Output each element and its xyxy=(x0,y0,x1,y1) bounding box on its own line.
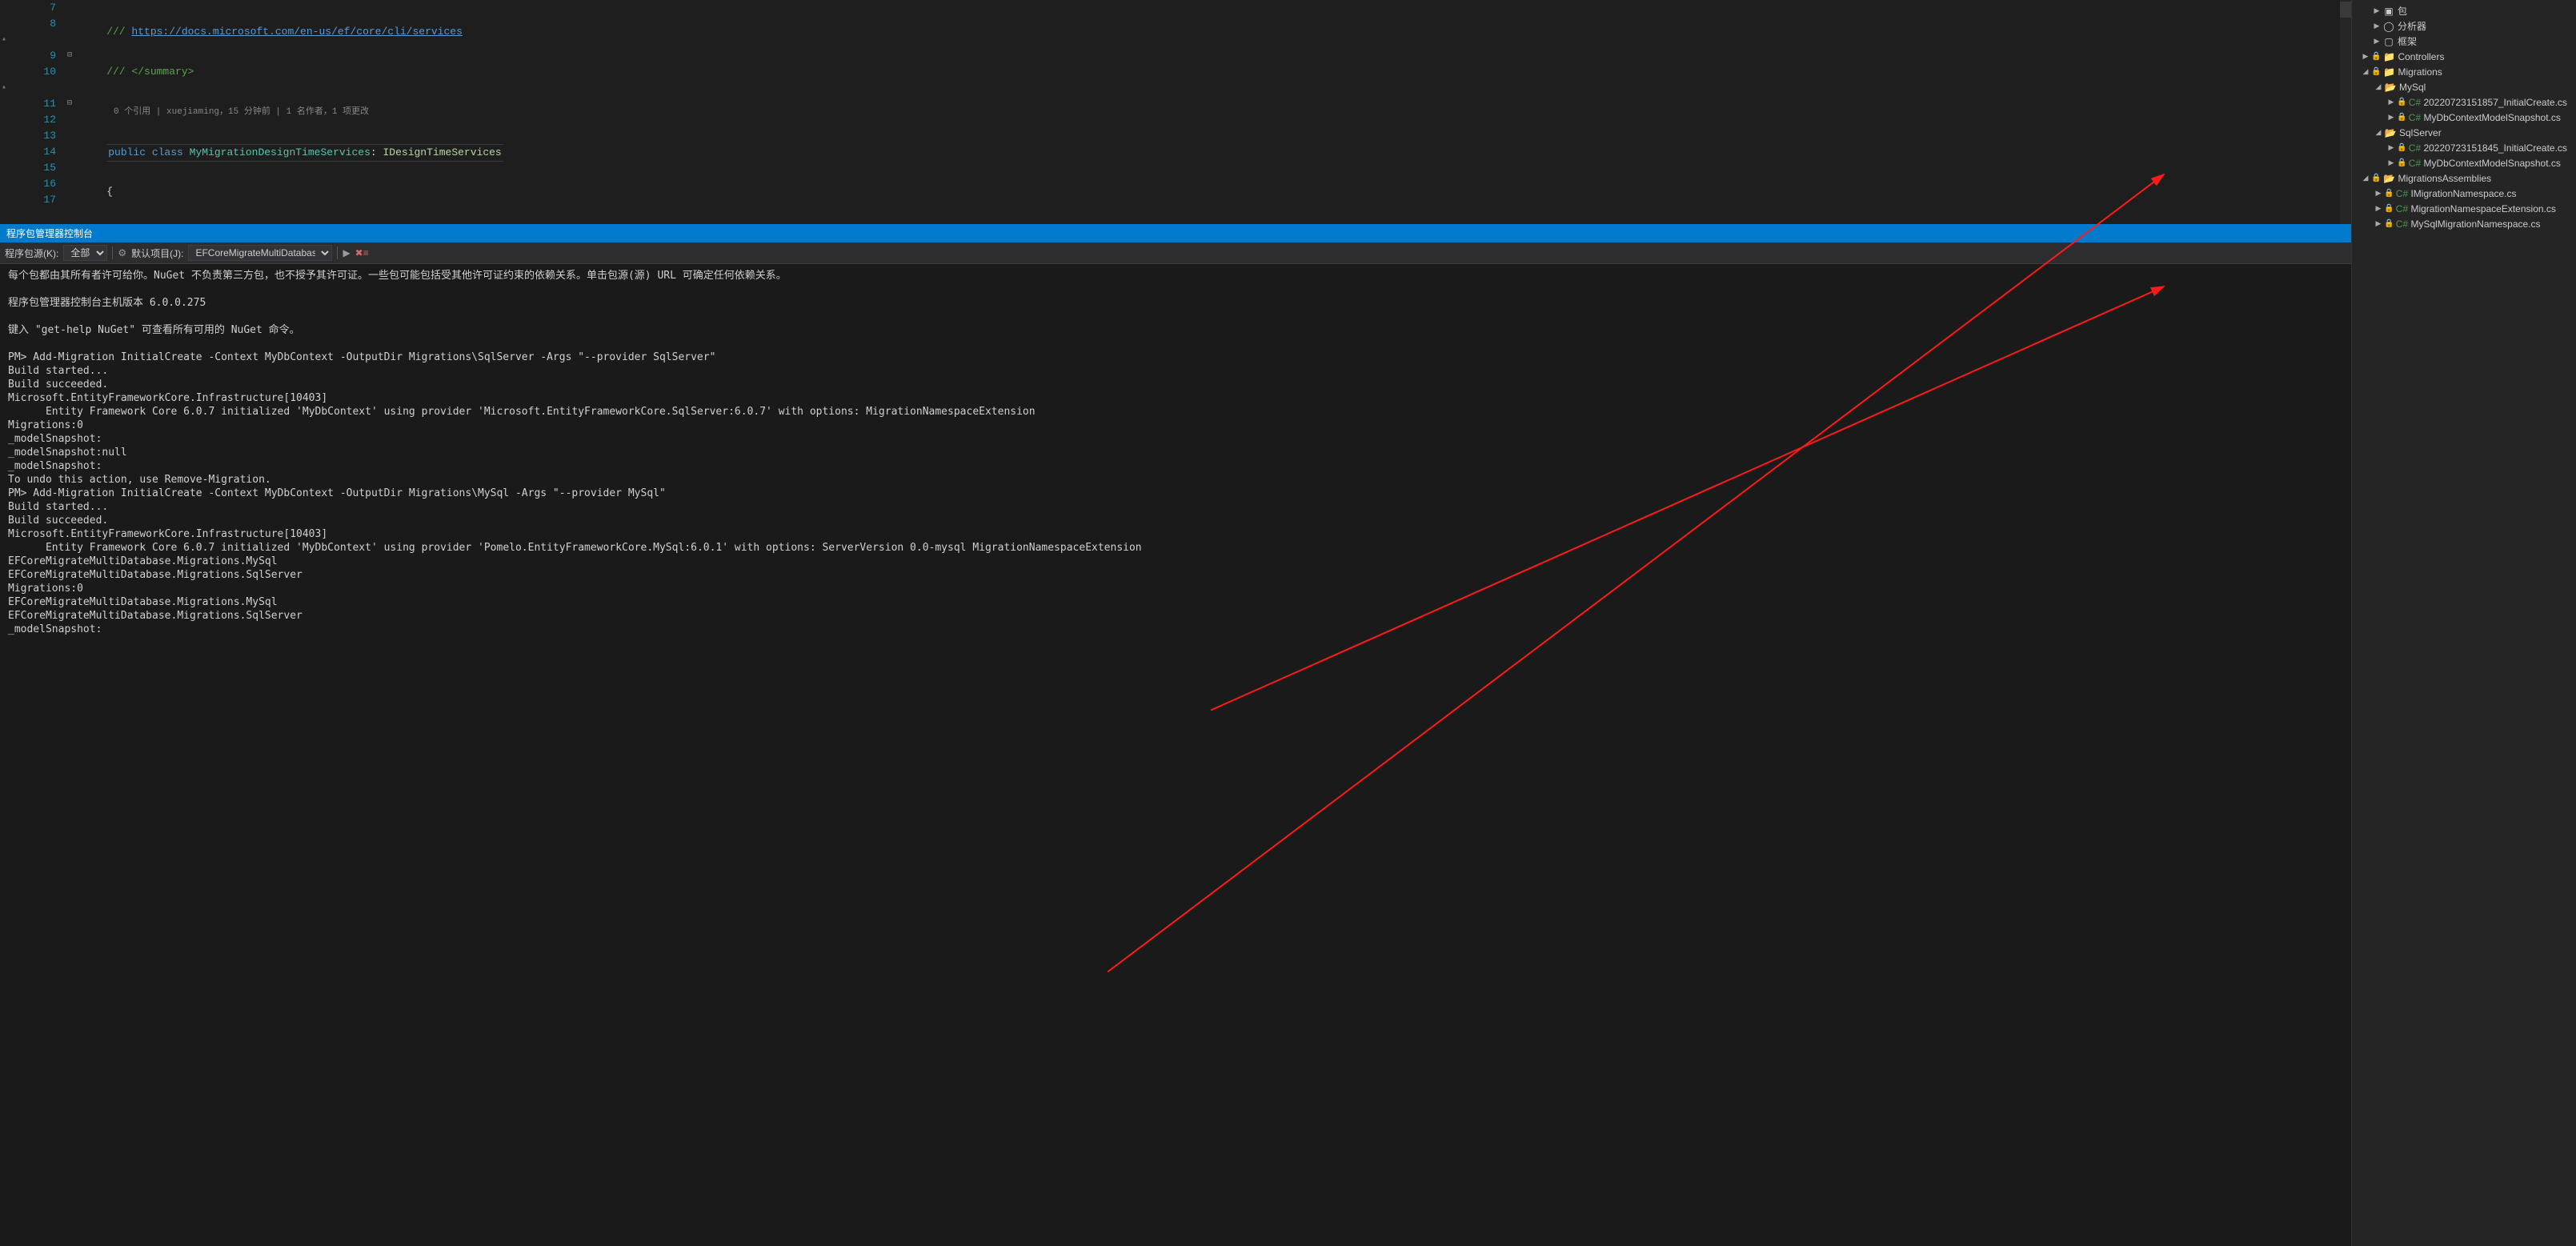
lock-icon: 🔒 xyxy=(2397,143,2406,152)
folder-icon: 📂 xyxy=(2384,82,2397,93)
change-marker-icon: ▴ xyxy=(2,32,6,48)
lock-icon: 🔒 xyxy=(2371,52,2381,61)
csharp-file-icon: C# xyxy=(2408,158,2421,169)
run-icon[interactable]: ▶ xyxy=(343,247,350,258)
csharp-file-icon: C# xyxy=(2408,142,2421,154)
separator xyxy=(337,246,338,259)
tree-item-sqlserver-snapshot[interactable]: ▶🔒C#MyDbContextModelSnapshot.cs xyxy=(2352,155,2576,170)
lock-icon: 🔒 xyxy=(2397,98,2406,106)
change-marker-icon: ▴ xyxy=(2,80,6,96)
tree-item-migrationsassemblies[interactable]: ◢🔒📂MigrationsAssemblies xyxy=(2352,170,2576,186)
default-project-select[interactable]: EFCoreMigrateMultiDatabase xyxy=(188,245,332,261)
folder-icon: 📂 xyxy=(2384,127,2397,138)
tree-item-mysqlmigrationnamespace[interactable]: ▶🔒C#MySqlMigrationNamespace.cs xyxy=(2352,216,2576,231)
code-area[interactable]: /// https://docs.microsoft.com/en-us/ef/… xyxy=(82,0,2351,224)
folder-icon: 📂 xyxy=(2382,173,2395,184)
framework-icon: ▢ xyxy=(2382,36,2395,47)
folder-icon: 📁 xyxy=(2382,66,2395,78)
fold-column[interactable]: ⊟ ⊟ xyxy=(64,0,82,224)
lock-icon: 🔒 xyxy=(2397,158,2406,167)
separator xyxy=(112,246,113,259)
solution-explorer[interactable]: ▶▣包 ▶◯分析器 ▶▢框架 ▶🔒📁Controllers ◢🔒📁Migrati… xyxy=(2351,0,2576,1246)
csharp-file-icon: C# xyxy=(2395,218,2408,230)
doc-link[interactable]: https://docs.microsoft.com/en-us/ef/core… xyxy=(131,26,462,38)
tree-item-controllers[interactable]: ▶🔒📁Controllers xyxy=(2352,49,2576,64)
panel-title: 程序包管理器控制台 xyxy=(0,224,2351,242)
package-manager-console[interactable]: 每个包都由其所有者许可给你。NuGet 不负责第三方包，也不授予其许可证。一些包… xyxy=(0,264,2351,1246)
tree-item-sqlserver-folder[interactable]: ◢📂SqlServer xyxy=(2352,125,2576,140)
csharp-file-icon: C# xyxy=(2395,203,2408,214)
fold-toggle-icon[interactable]: ⊟ xyxy=(67,96,72,112)
codelens-info[interactable]: 0 个引用 | xuejiaming，15 分钟前 | 1 名作者，1 项更改 xyxy=(82,104,2351,120)
tree-item-sqlserver-migration[interactable]: ▶🔒C#20220723151845_InitialCreate.cs xyxy=(2352,140,2576,155)
lock-icon: 🔒 xyxy=(2397,113,2406,122)
line-number-gutter: 7 8 9 10 11 12 13 14 15 16 17 xyxy=(11,0,64,224)
pmc-toolbar: 程序包源(K): 全部 ⚙ 默认项目(J): EFCoreMigrateMult… xyxy=(0,242,2351,264)
tree-item-mysql-folder[interactable]: ◢📂MySql xyxy=(2352,79,2576,94)
package-source-label: 程序包源(K): xyxy=(5,246,58,260)
fold-toggle-icon[interactable]: ⊟ xyxy=(67,48,72,64)
lock-icon: 🔒 xyxy=(2384,204,2394,213)
clear-icon[interactable]: ✖≡ xyxy=(355,247,369,258)
csharp-file-icon: C# xyxy=(2408,112,2421,123)
package-icon: ▣ xyxy=(2382,6,2395,17)
code-editor[interactable]: ▴ ▴ 7 8 9 10 11 12 13 14 15 16 17 ⊟ ⊟ xyxy=(0,0,2351,224)
editor-minimap[interactable] xyxy=(2340,0,2351,224)
lock-icon: 🔒 xyxy=(2371,67,2381,76)
csharp-file-icon: C# xyxy=(2408,97,2421,108)
tree-item-imigrationnamespace[interactable]: ▶🔒C#IMigrationNamespace.cs xyxy=(2352,186,2576,201)
csharp-file-icon: C# xyxy=(2395,188,2408,199)
analyzer-icon: ◯ xyxy=(2382,21,2395,32)
lock-icon: 🔒 xyxy=(2384,219,2394,228)
default-project-label: 默认项目(J): xyxy=(131,246,183,260)
tree-item-packages[interactable]: ▶▣包 xyxy=(2352,3,2576,18)
lock-icon: 🔒 xyxy=(2371,174,2381,182)
tree-item-migrationnamespaceext[interactable]: ▶🔒C#MigrationNamespaceExtension.cs xyxy=(2352,201,2576,216)
tree-item-analyzers[interactable]: ▶◯分析器 xyxy=(2352,18,2576,34)
package-source-select[interactable]: 全部 xyxy=(63,245,107,261)
tree-item-frameworks[interactable]: ▶▢框架 xyxy=(2352,34,2576,49)
tree-item-migrations[interactable]: ◢🔒📁Migrations xyxy=(2352,64,2576,79)
tree-item-mysql-migration[interactable]: ▶🔒C#20220723151857_InitialCreate.cs xyxy=(2352,94,2576,110)
lock-icon: 🔒 xyxy=(2384,189,2394,198)
gear-icon[interactable]: ⚙ xyxy=(118,247,126,258)
tree-item-mysql-snapshot[interactable]: ▶🔒C#MyDbContextModelSnapshot.cs xyxy=(2352,110,2576,125)
folder-icon: 📁 xyxy=(2382,51,2395,62)
breakpoint-column[interactable]: ▴ ▴ xyxy=(0,0,11,224)
